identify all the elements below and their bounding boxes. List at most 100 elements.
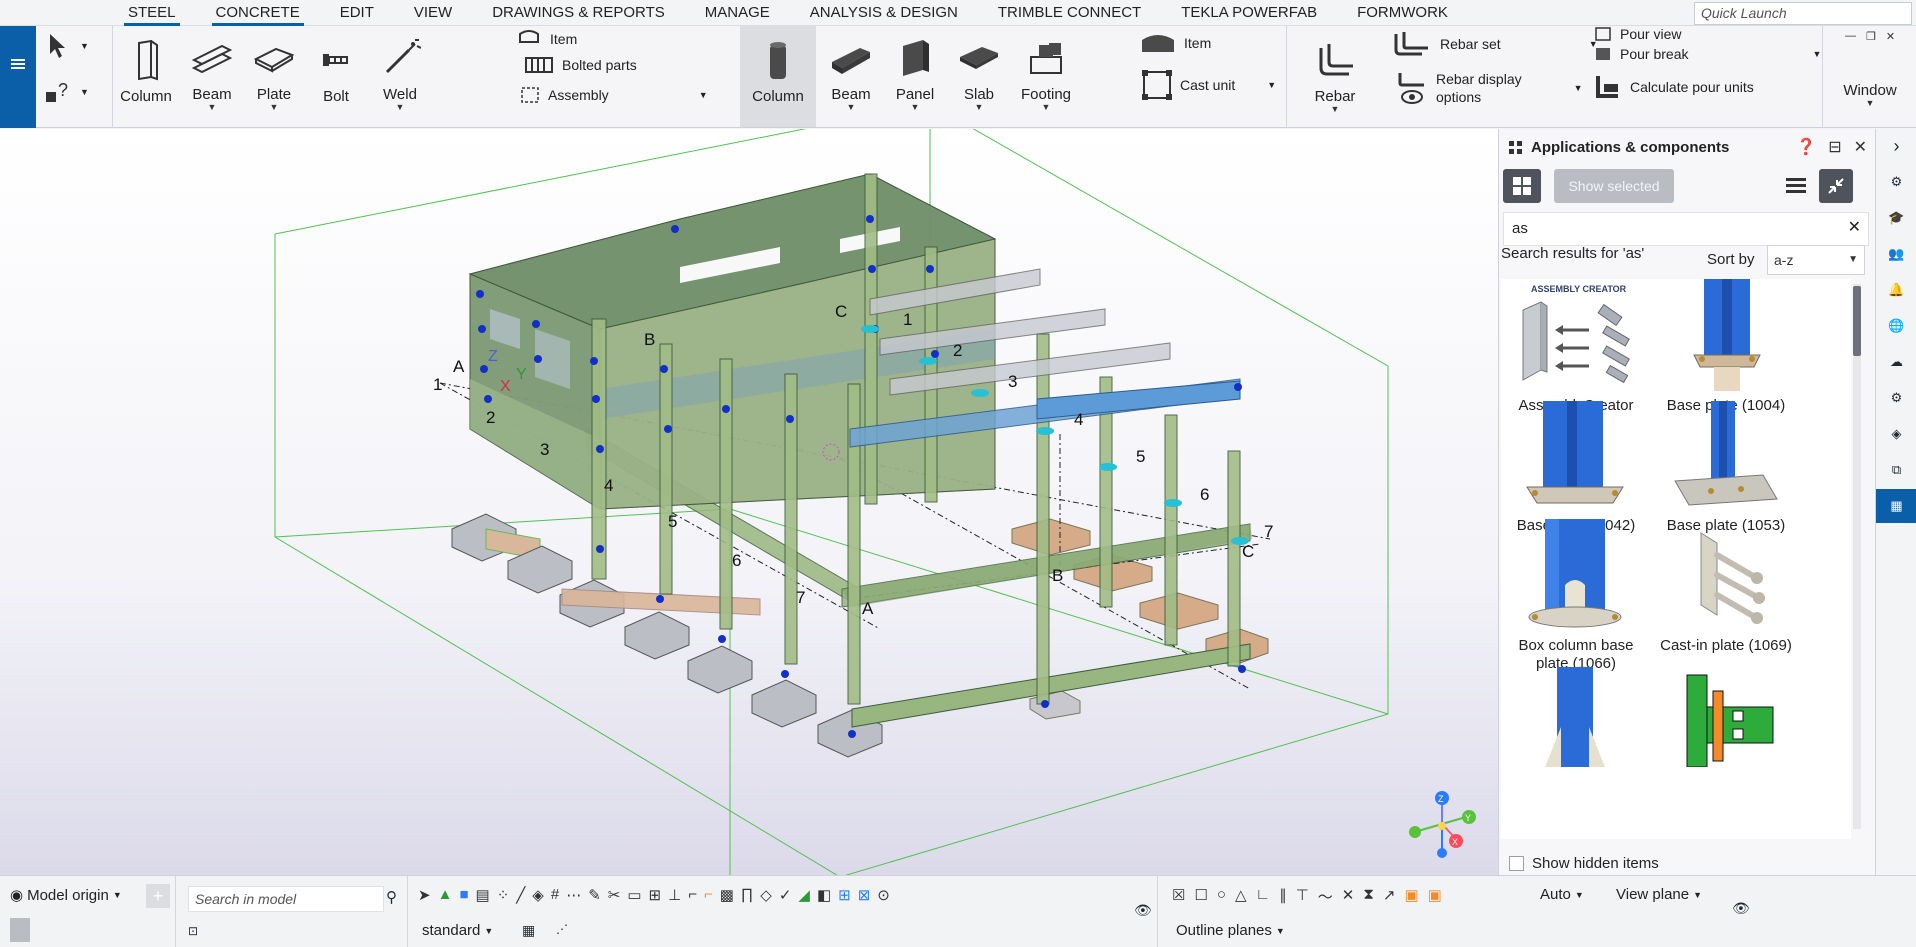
rebar-display-options-button[interactable]: Rebar display options ▼ [1396,70,1583,106]
snap-triangle-icon[interactable]: △ [1235,886,1247,907]
concrete-column-button[interactable]: Column [740,38,816,105]
snap-orange-box-icon[interactable]: ▣ [1404,886,1418,907]
snap-x-icon[interactable]: ✕ [1342,886,1355,907]
rebar-set-button[interactable]: Rebar set ▼ [1392,30,1598,58]
object-browser-button[interactable]: ◈ [1876,417,1916,451]
organizer-button[interactable]: ⧉ [1876,453,1916,487]
steel-plate-button[interactable]: Plate ▼ [246,36,302,112]
visibility-eye-icon[interactable]: 👁 [1134,902,1152,919]
tab-manage[interactable]: MANAGE [685,0,790,26]
clear-search-icon[interactable]: ✕ [1848,217,1861,237]
select-check-icon[interactable]: ✓ [779,886,792,904]
show-hidden-items[interactable]: Show hidden items [1509,855,1659,872]
select-level-icon[interactable]: ⊥ [668,886,681,904]
snap-angle-icon[interactable]: ∟ [1256,886,1271,907]
select-layers-icon[interactable]: ◇ [760,886,772,904]
pointer-dot-icon[interactable]: ⋰ [556,922,568,936]
quick-launch-input[interactable]: Quick Launch [1694,2,1912,25]
close-icon[interactable]: ✕ [1854,137,1867,157]
pour-view-button[interactable]: Pour view [1594,26,1681,42]
select-cube-icon[interactable]: ◈ [532,886,544,904]
select-pour-icon[interactable]: ▩ [720,886,734,904]
select-parts-icon[interactable]: ■ [459,886,468,904]
component-item-cast-in-plate-1069[interactable]: Cast-in plate (1069) [1651,519,1801,655]
add-origin-button[interactable]: + [146,884,170,908]
steel-beam-button[interactable]: Beam ▼ [184,36,240,112]
concrete-slab-button[interactable]: Slab ▼ [950,36,1008,112]
assembly-button[interactable]: Assembly ▼ [520,86,708,104]
users-button[interactable]: 👥 [1876,237,1916,271]
cast-unit-button[interactable]: Cast unit ▼ [1142,70,1276,100]
minimize-icon[interactable]: — [1845,30,1856,42]
snap-free-icon[interactable]: ↗ [1383,886,1396,907]
select-weld-icon[interactable]: ✎ [588,886,601,904]
tab-concrete[interactable]: CONCRETE [196,0,320,26]
warehouse-button[interactable]: 🌐 [1876,309,1916,343]
select-grid-icon[interactable]: # [551,886,559,904]
tab-view[interactable]: VIEW [394,0,472,26]
select-assembly-icon[interactable]: ⊞ [649,886,662,904]
component-item-base-plate-1004[interactable]: Base plate (1004) [1651,279,1801,415]
select-pour-break-icon[interactable]: ∏ [741,886,753,904]
snap-line-icon[interactable]: 〜 [1318,886,1333,907]
notifications-button[interactable]: 🔔 [1876,273,1916,307]
rebar-button[interactable]: Rebar ▼ [1306,38,1364,114]
origin-bin-button[interactable] [10,918,30,942]
snap-depth-dropdown[interactable]: Auto ▼ [1540,886,1584,903]
learning-button[interactable]: 🎓 [1876,201,1916,235]
select-points-icon[interactable]: ⋯ [566,886,581,904]
zoom-search-icon[interactable]: ⊡ [188,924,198,938]
select-bolts-icon[interactable]: ⁘ [497,886,510,904]
settings-button[interactable]: ⚙ [1876,381,1916,415]
snap-tool-button[interactable]: ? ▼ [44,78,89,106]
tab-drawings-reports[interactable]: DRAWINGS & REPORTS [472,0,685,26]
properties-button[interactable]: ⚙ [1876,165,1916,199]
select-cut-icon[interactable]: ✂ [608,886,621,904]
gallery-scrollbar[interactable] [1853,284,1861,829]
component-item-assemblycreator[interactable]: ASSEMBLY CREATOR AssemblyCreator [1501,279,1651,415]
tab-tekla-powerfab[interactable]: TEKLA POWERFAB [1161,0,1337,26]
show-selected-button[interactable]: Show selected [1554,169,1674,203]
tab-steel[interactable]: STEEL [108,0,196,26]
concrete-beam-button[interactable]: Beam ▼ [822,36,880,112]
snap-perpendicular-icon[interactable]: ⊤ [1296,886,1309,907]
scrollbar-thumb[interactable] [1853,286,1861,356]
select-line-icon[interactable]: ╱ [516,886,525,904]
component-search-input[interactable]: as [1503,212,1869,246]
view-plane-dropdown[interactable]: View plane ▼ [1616,886,1702,903]
dock-icon[interactable]: ⊟ [1828,137,1841,157]
window-button[interactable]: — ❐ ✕ Window ▼ [1836,26,1904,108]
help-icon[interactable]: ❓ [1796,137,1816,157]
pour-break-button[interactable]: Pour break ▼ [1594,46,1821,62]
collapse-button[interactable] [1819,169,1853,203]
search-icon[interactable]: ⚲ [386,888,397,906]
snap-midpoint-icon[interactable]: ◧ [817,886,831,904]
grid-view-button[interactable] [1503,169,1541,203]
snap-orange-star-icon[interactable]: ▣ [1428,886,1442,907]
select-rebar-icon[interactable]: ⌐ [688,886,697,904]
tab-formwork[interactable]: FORMWORK [1337,0,1468,26]
select-tool-button[interactable]: ▼ [44,32,89,60]
calculate-pour-units-button[interactable]: Calculate pour units [1594,74,1754,100]
snap-endpoint-icon[interactable]: ◢ [798,886,810,904]
applications-components-button[interactable]: ▦ [1876,489,1916,523]
component-item-base-plate-1042[interactable]: Base plate (1042) [1501,399,1651,535]
sort-select[interactable]: a-z ▼ [1767,245,1865,275]
select-window-icon[interactable]: ▭ [627,886,641,904]
steel-item-button[interactable]: Item [518,28,577,50]
model-view-3d[interactable]: A B C A B C 1 2 3 4 5 6 7 1 2 3 4 5 6 7 [0,129,1498,875]
snap-visibility-eye-icon[interactable]: 👁 [1732,900,1750,917]
steel-column-button[interactable]: Column [106,38,186,105]
snap-nearest-icon[interactable]: ⊙ [877,886,890,904]
select-reinforcement-icon[interactable]: ⌐ [704,886,713,904]
component-item-box-column-base-plate-1066[interactable]: Box column base plate (1066) [1501,519,1651,673]
list-view-button[interactable] [1779,169,1813,203]
component-item-base-plate-1053[interactable]: Base plate (1053) [1651,399,1801,535]
snap-parallel-icon[interactable]: ∥ [1279,886,1287,907]
expand-panel-button[interactable]: › [1876,129,1916,163]
component-item-partial-1[interactable] [1501,661,1651,779]
snap-hourglass-icon[interactable]: ⧗ [1363,886,1374,907]
steel-bolt-button[interactable]: Bolt [308,38,364,105]
model-origin-dropdown[interactable]: ◉ Model origin ▼ [10,886,122,905]
bolted-parts-button[interactable]: Bolted parts [524,56,637,74]
